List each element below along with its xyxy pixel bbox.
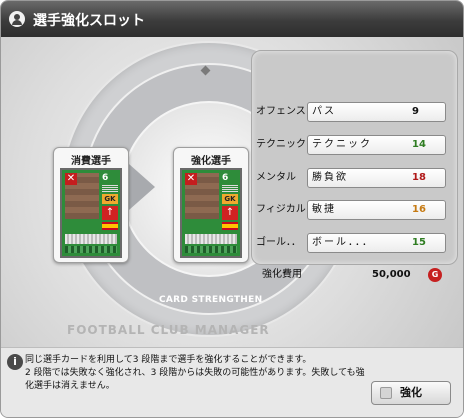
user-icon bbox=[9, 11, 25, 27]
attribute-category: フィジカル bbox=[256, 204, 306, 215]
attribute-number: 16 bbox=[412, 204, 426, 215]
attribute-row: ゴール．． ボール．．． 15 bbox=[256, 231, 446, 255]
info-text-line: 2 段階では失敗なく強化され、3 段階からは失敗の可能性があります。失敗しても強 bbox=[25, 368, 365, 378]
attribute-row: フィジカル 敏捷 16 bbox=[256, 198, 446, 222]
attribute-dropdown[interactable]: 敏捷 16 bbox=[307, 200, 446, 220]
attribute-category: テクニック bbox=[256, 139, 306, 150]
card-stats bbox=[102, 184, 118, 192]
card-number: 6 bbox=[102, 173, 109, 183]
attribute-row: オフェンス パス 9 bbox=[256, 100, 446, 124]
upgrade-arrow-icon: ↑ bbox=[222, 206, 238, 220]
strengthen-cost-row: 強化費用 50,000 G bbox=[256, 264, 444, 286]
attribute-dropdown[interactable]: ボール．．． 15 bbox=[307, 233, 446, 253]
card-stat-bar bbox=[65, 246, 117, 253]
attribute-number: 14 bbox=[412, 139, 426, 150]
card-stats bbox=[222, 184, 238, 192]
upgrade-arrow-icon: ↑ bbox=[102, 206, 118, 220]
attribute-category: ゴール．． bbox=[256, 237, 301, 248]
attribute-dropdown[interactable]: パス 9 bbox=[307, 102, 446, 122]
info-text-line: 化選手は消えません。 bbox=[25, 381, 115, 391]
card-stat-bar bbox=[185, 246, 237, 253]
attribute-number: 18 bbox=[412, 172, 426, 183]
strengthen-slot-window: 選手強化スロット FOOTBALL CLUB MANAGER CARD STRE… bbox=[0, 0, 464, 418]
consume-player-title: 消費選手 bbox=[71, 156, 111, 167]
attribute-row: テクニック テクニック 14 bbox=[256, 133, 446, 157]
position-badge: GK bbox=[102, 194, 118, 204]
background-watermark: FOOTBALL CLUB MANAGER bbox=[67, 323, 270, 337]
card-number: 6 bbox=[222, 173, 229, 183]
gold-coin-icon: G bbox=[428, 268, 442, 282]
strengthen-button-label: 強化 bbox=[400, 386, 422, 399]
attribute-number: 15 bbox=[412, 237, 426, 248]
position-badge: GK bbox=[222, 194, 238, 204]
strengthen-player-slot[interactable]: 強化選手 ✕ 6 GK ↑ bbox=[173, 147, 249, 263]
remove-card-button[interactable]: ✕ bbox=[185, 173, 197, 185]
attribute-category: メンタル bbox=[256, 172, 296, 183]
attribute-value: 勝負欲 bbox=[312, 172, 348, 183]
attribute-dropdown[interactable]: 勝負欲 18 bbox=[307, 168, 446, 188]
cost-value: 50,000 bbox=[372, 269, 411, 280]
attribute-value: 敏捷 bbox=[312, 204, 336, 215]
flag-icon bbox=[222, 222, 238, 230]
button-icon bbox=[380, 387, 392, 399]
attribute-number: 9 bbox=[412, 106, 419, 117]
card-strengthen-label: CARD STRENGTHEN bbox=[159, 295, 263, 305]
strengthen-player-title: 強化選手 bbox=[191, 156, 231, 167]
info-text-line: 同じ選手カードを利用して3 段階まで選手を強化することができます。 bbox=[25, 355, 312, 365]
attribute-value: ボール．．． bbox=[312, 237, 374, 248]
flag-icon bbox=[102, 222, 118, 230]
title-bar: 選手強化スロット bbox=[1, 1, 463, 37]
attribute-dropdown[interactable]: テクニック 14 bbox=[307, 135, 446, 155]
strengthen-button[interactable]: 強化 bbox=[371, 381, 451, 405]
remove-card-button[interactable]: ✕ bbox=[65, 173, 77, 185]
player-name-blurred bbox=[65, 234, 117, 244]
attribute-row: メンタル 勝負欲 18 bbox=[256, 166, 446, 190]
window-title: 選手強化スロット bbox=[33, 13, 145, 29]
attribute-category: オフェンス bbox=[256, 106, 306, 117]
player-card[interactable]: ✕ 6 GK ↑ bbox=[180, 168, 242, 258]
attribute-value: パス bbox=[312, 106, 336, 117]
consume-player-slot[interactable]: 消費選手 ✕ 6 GK ↑ bbox=[53, 147, 129, 263]
player-card[interactable]: ✕ 6 GK ↑ bbox=[60, 168, 122, 258]
cost-label: 強化費用 bbox=[262, 269, 302, 280]
player-name-blurred bbox=[185, 234, 237, 244]
info-icon: i bbox=[7, 354, 23, 370]
attribute-value: テクニック bbox=[312, 139, 372, 150]
